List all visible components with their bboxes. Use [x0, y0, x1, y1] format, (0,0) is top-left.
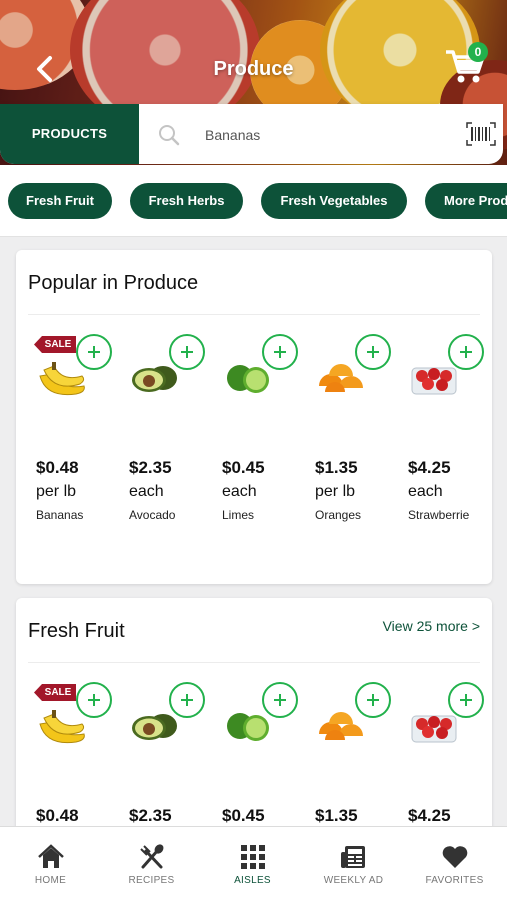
add-to-cart-button[interactable] — [448, 682, 484, 718]
add-to-cart-button[interactable] — [355, 682, 391, 718]
tab-weekly-ad[interactable]: WEEKLY AD — [303, 827, 404, 900]
heart-icon — [441, 843, 469, 871]
search-input[interactable] — [205, 120, 445, 150]
chip-fresh-fruit[interactable]: Fresh Fruit — [8, 183, 112, 219]
tab-recipes[interactable]: RECIPES — [101, 827, 202, 900]
section-title: Popular in Produce — [28, 272, 199, 294]
product-tile[interactable]: $4.25 each Strawberrie — [400, 318, 490, 538]
product-tile[interactable]: $1.35 — [307, 666, 397, 838]
product-tile[interactable]: $2.35 each Avocado — [121, 318, 211, 538]
add-to-cart-button[interactable] — [262, 334, 298, 370]
chip-fresh-herbs[interactable]: Fresh Herbs — [130, 183, 243, 219]
chip-fresh-vegetables[interactable]: Fresh Vegetables — [261, 183, 407, 219]
product-name: Strawberrie — [408, 508, 470, 522]
product-price: $1.35 — [315, 458, 358, 477]
product-tile[interactable]: $0.45 — [214, 666, 304, 838]
add-to-cart-button[interactable] — [76, 682, 112, 718]
add-to-cart-button[interactable] — [262, 682, 298, 718]
product-name: Bananas — [36, 508, 84, 522]
product-price: $0.45 — [222, 458, 265, 477]
product-price: $2.35 — [129, 458, 172, 477]
product-price: $0.48 — [36, 458, 79, 477]
fresh-fruit-section-card: Fresh Fruit View 25 more > SALE $0.48 $2… — [16, 598, 492, 838]
product-price: $1.35 — [315, 806, 358, 825]
bottom-tab-bar: HOME RECIPES AISLES WEEKLY AD FAVORITES — [0, 826, 507, 900]
product-price: $0.48 — [36, 806, 79, 825]
products-tab[interactable]: PRODUCTS — [0, 104, 139, 164]
product-price: $2.35 — [129, 806, 172, 825]
add-to-cart-button[interactable] — [76, 334, 112, 370]
product-tile[interactable]: SALE $0.48 per lb Bananas — [28, 318, 118, 538]
product-name: Avocado — [129, 508, 176, 522]
product-price: $4.25 — [408, 806, 451, 825]
product-unit: per lb — [315, 483, 356, 500]
product-price: $0.45 — [222, 806, 265, 825]
product-tile[interactable]: $1.35 per lb Oranges — [307, 318, 397, 538]
product-name: Oranges — [315, 508, 362, 522]
add-to-cart-button[interactable] — [355, 334, 391, 370]
view-more-link[interactable]: View 25 more > — [383, 618, 480, 634]
product-unit: each — [222, 483, 257, 500]
product-unit: per lb — [36, 483, 77, 500]
page-title: Produce — [213, 58, 294, 80]
tab-aisles[interactable]: AISLES — [202, 827, 303, 900]
product-tile[interactable]: SALE $0.48 — [28, 666, 118, 838]
product-unit: each — [408, 483, 443, 500]
popular-section-card: Popular in Produce SALE $0.48 per lb Ban… — [16, 250, 492, 584]
chip-more-products[interactable]: More Prod — [425, 183, 507, 219]
tab-label: HOME — [34, 875, 67, 886]
add-to-cart-button[interactable] — [169, 334, 205, 370]
home-icon — [37, 843, 65, 871]
divider — [28, 314, 480, 315]
product-tile[interactable]: $2.35 — [121, 666, 211, 838]
category-chip-bar: Fresh Fruit Fresh Herbs Fresh Vegetables… — [0, 165, 507, 237]
utensils-icon — [138, 843, 166, 871]
product-tile[interactable]: $4.25 — [400, 666, 490, 838]
newspaper-icon — [340, 843, 368, 871]
barcode-scan-icon[interactable] — [466, 122, 496, 146]
tab-label: WEEKLY AD — [323, 875, 384, 886]
search-icon — [158, 124, 180, 146]
add-to-cart-button[interactable] — [448, 334, 484, 370]
tab-label: FAVORITES — [425, 875, 484, 886]
product-tile[interactable]: $0.45 each Limes — [214, 318, 304, 538]
product-unit: each — [129, 483, 164, 500]
sale-badge: SALE — [34, 684, 76, 701]
divider — [28, 662, 480, 663]
add-to-cart-button[interactable] — [169, 682, 205, 718]
cart-count-badge: 0 — [468, 42, 488, 62]
tab-label: RECIPES — [128, 875, 175, 886]
section-title: Fresh Fruit — [28, 620, 125, 642]
grid-icon — [239, 843, 267, 871]
tab-favorites[interactable]: FAVORITES — [404, 827, 505, 900]
product-price: $4.25 — [408, 458, 451, 477]
product-name: Limes — [222, 508, 255, 522]
tab-home[interactable]: HOME — [0, 827, 101, 900]
sale-badge: SALE — [34, 336, 76, 353]
tab-label: AISLES — [234, 875, 271, 886]
